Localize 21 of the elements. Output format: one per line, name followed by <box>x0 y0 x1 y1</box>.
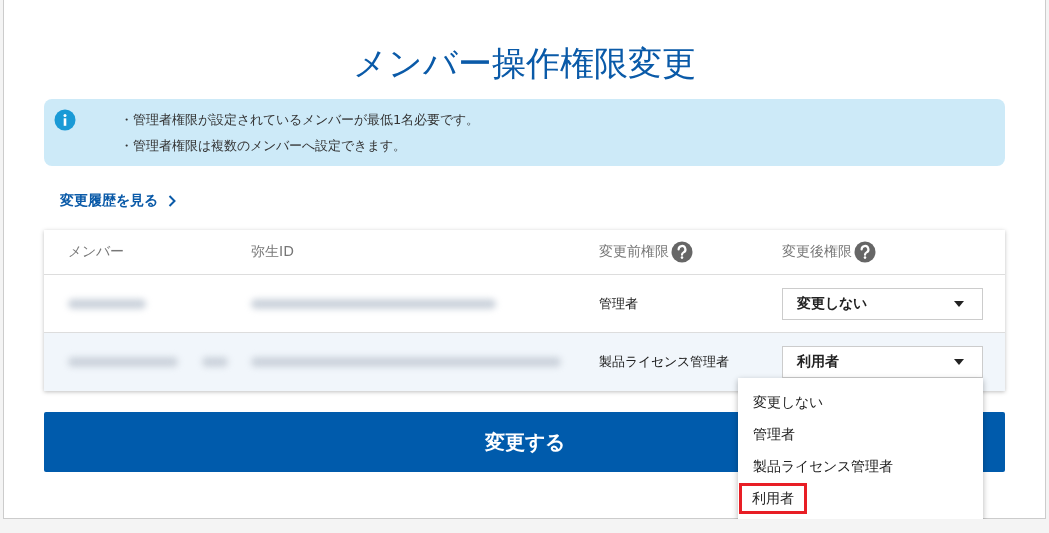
caret-icon <box>954 359 964 365</box>
notice-text: ・管理者権限は複数のメンバーへ設定できます。 <box>120 137 407 155</box>
table-cell: 製品ライセンス管理者 <box>599 353 729 371</box>
page-title: メンバー操作権限変更 <box>352 42 697 85</box>
column-header: メンバー <box>68 243 124 261</box>
column-header: 弥生ID <box>251 243 294 261</box>
history-link[interactable]: 変更履歴を見る <box>60 192 176 210</box>
role-select[interactable]: 変更しない <box>782 287 983 320</box>
redacted-text <box>202 357 228 367</box>
table-cell: 管理者 <box>599 294 638 313</box>
column-header: 変更後権限 <box>782 243 852 261</box>
chevron-right-icon <box>168 195 176 207</box>
help-icon[interactable] <box>854 241 876 263</box>
dropdown-option[interactable]: 利用者 <box>739 483 807 514</box>
role-select[interactable]: 利用者 <box>782 346 983 378</box>
help-icon[interactable] <box>671 241 693 263</box>
notice-text: ・管理者権限が設定されているメンバーが最低1名必要です。 <box>120 111 480 129</box>
dropdown-option[interactable]: 管理者 <box>739 418 809 450</box>
info-icon <box>54 109 76 131</box>
caret-icon <box>954 300 964 307</box>
column-header: 変更前権限 <box>599 243 669 261</box>
